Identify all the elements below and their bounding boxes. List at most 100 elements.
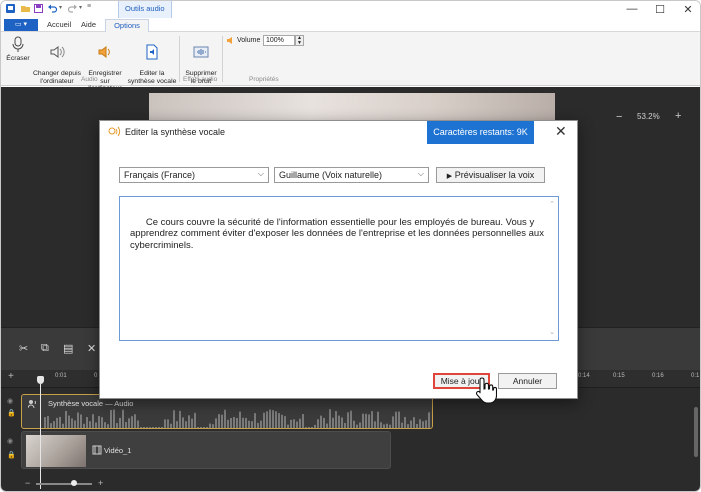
file-menu-icon: ▭: [14, 21, 22, 28]
open-folder-icon[interactable]: [20, 3, 31, 14]
track-visibility-icon[interactable]: ◉: [7, 437, 13, 445]
paste-icon[interactable]: ▤: [63, 342, 73, 355]
waveform-bar: [248, 420, 250, 428]
waveform-bar: [233, 417, 235, 428]
language-select[interactable]: Français (France) ⌵: [119, 167, 269, 183]
ribbon-tab-bar: ▭ ▾ Accueil Aide Options: [1, 18, 700, 32]
timeline-zoom-knob[interactable]: [71, 480, 77, 486]
edit-tts-dialog: Editer la synthèse vocale Caractères res…: [99, 120, 578, 399]
tab-accueil[interactable]: Accueil: [43, 19, 75, 32]
timeline-scrollbar[interactable]: [694, 407, 698, 457]
text-to-speech-icon: [146, 44, 158, 59]
cut-icon[interactable]: ✂: [19, 342, 28, 355]
edit-tts-button[interactable]: Editer la synthèse vocale: [127, 35, 177, 85]
waveform-bar: [101, 417, 103, 428]
tts-text-area[interactable]: Ce cours couvre la sécurité de l'informa…: [119, 196, 559, 341]
save-icon[interactable]: [33, 3, 44, 14]
waveform-bar: [179, 410, 181, 428]
undo-icon[interactable]: [47, 3, 58, 14]
delete-icon[interactable]: ✕: [87, 342, 96, 355]
voice-select[interactable]: Guillaume (Voix naturelle) ⌵: [274, 167, 429, 183]
scroll-down-icon[interactable]: ⌄: [549, 327, 555, 339]
timeline-zoom-out-icon[interactable]: −: [25, 478, 30, 488]
add-track-icon[interactable]: +: [8, 371, 14, 382]
waveform-bar: [221, 414, 223, 428]
volume-input[interactable]: 100%: [263, 35, 295, 46]
waveform-bar: [395, 411, 397, 428]
waveform-bar: [254, 413, 256, 428]
chevron-down-icon: ⌵: [417, 169, 424, 178]
overwrite-button[interactable]: Écraser: [5, 35, 31, 63]
waveform-bar: [344, 422, 346, 428]
video-preview[interactable]: [149, 93, 555, 123]
zoom-out-button[interactable]: −: [616, 111, 622, 123]
audio-clip[interactable]: Synthèse vocale — Audio: [21, 394, 433, 429]
cancel-button[interactable]: Annuler: [498, 373, 557, 389]
volume-spinner[interactable]: ▲ ▼: [295, 35, 304, 46]
waveform-bar: [194, 412, 196, 428]
waveform-bar: [80, 414, 82, 428]
waveform-bar: [383, 424, 385, 428]
waveform-bar: [143, 427, 145, 428]
waveform-bar: [212, 424, 214, 428]
undo-dropdown-icon[interactable]: ▾: [59, 4, 62, 11]
waveform-bar: [362, 413, 364, 428]
waveform-bar: [203, 427, 205, 428]
timeline-zoom-in-icon[interactable]: +: [98, 478, 103, 488]
file-menu-button[interactable]: ▭ ▾: [4, 19, 38, 31]
close-window-button[interactable]: ✕: [681, 3, 695, 16]
preview-voice-button[interactable]: ▶ Prévisualiser la voix: [436, 167, 545, 183]
waveform-bar: [125, 421, 127, 428]
dialog-close-button[interactable]: ✕: [555, 123, 567, 140]
waveform-bar: [140, 427, 142, 428]
waveform-bar: [188, 415, 190, 428]
copy-icon[interactable]: ⧉: [41, 342, 49, 355]
tab-options[interactable]: Options: [105, 19, 149, 32]
waveform-bar: [332, 417, 334, 428]
save-to-computer-button[interactable]: Enregistrer sur l'ordinateur: [83, 35, 127, 93]
zoom-in-button[interactable]: +: [675, 110, 681, 122]
app-logo-icon: [6, 4, 15, 13]
track-visibility-icon[interactable]: ◉: [7, 397, 13, 405]
track-lock-icon[interactable]: 🔒: [7, 409, 16, 417]
group-label-properties: Propriétés: [249, 76, 279, 83]
change-from-computer-button[interactable]: Changer depuis l'ordinateur: [31, 35, 83, 85]
waveform-bar: [380, 422, 382, 428]
waveform-bar: [428, 412, 430, 428]
playhead-line: [40, 384, 41, 489]
waveform-bar: [110, 409, 112, 428]
waveform-bar: [377, 411, 379, 428]
playhead-handle[interactable]: [37, 376, 44, 384]
redo-dropdown-icon[interactable]: ▾: [79, 4, 82, 11]
waveform-bar: [50, 423, 52, 428]
waveform-bar: [116, 423, 118, 428]
waveform-bar: [371, 411, 373, 428]
waveform-bar: [269, 409, 271, 428]
chevron-down-icon: ⌵: [257, 169, 264, 178]
video-clip[interactable]: Vidéo_1: [21, 431, 391, 469]
waveform-bar: [53, 421, 55, 428]
waveform-bar: [146, 427, 148, 428]
group-label-audio-effects: Effets audio: [183, 76, 218, 83]
waveform-bar: [398, 411, 400, 428]
voice-select-value: Guillaume (Voix naturelle): [279, 170, 383, 180]
waveform-bar: [128, 418, 130, 428]
waveform-bar: [86, 417, 88, 428]
waveform-bar: [374, 421, 376, 428]
maximize-button[interactable]: ☐: [653, 3, 667, 16]
minimize-button[interactable]: —: [625, 3, 639, 15]
waveform-bar: [356, 424, 358, 428]
group-separator: [222, 36, 223, 82]
waveform-bar: [68, 415, 70, 428]
waveform-bar: [350, 410, 352, 428]
tab-aide[interactable]: Aide: [77, 19, 100, 32]
waveform-bar: [227, 419, 229, 428]
timeline-zoom-slider[interactable]: [36, 483, 92, 485]
track-lock-icon[interactable]: 🔒: [7, 451, 16, 459]
waveform-bar: [113, 409, 115, 428]
customize-toolbar-icon[interactable]: ≡: [87, 3, 91, 10]
scroll-up-icon[interactable]: ⌃: [549, 199, 555, 211]
waveform-bar: [389, 424, 391, 428]
redo-icon[interactable]: [67, 3, 78, 14]
waveform-bar: [281, 414, 283, 428]
